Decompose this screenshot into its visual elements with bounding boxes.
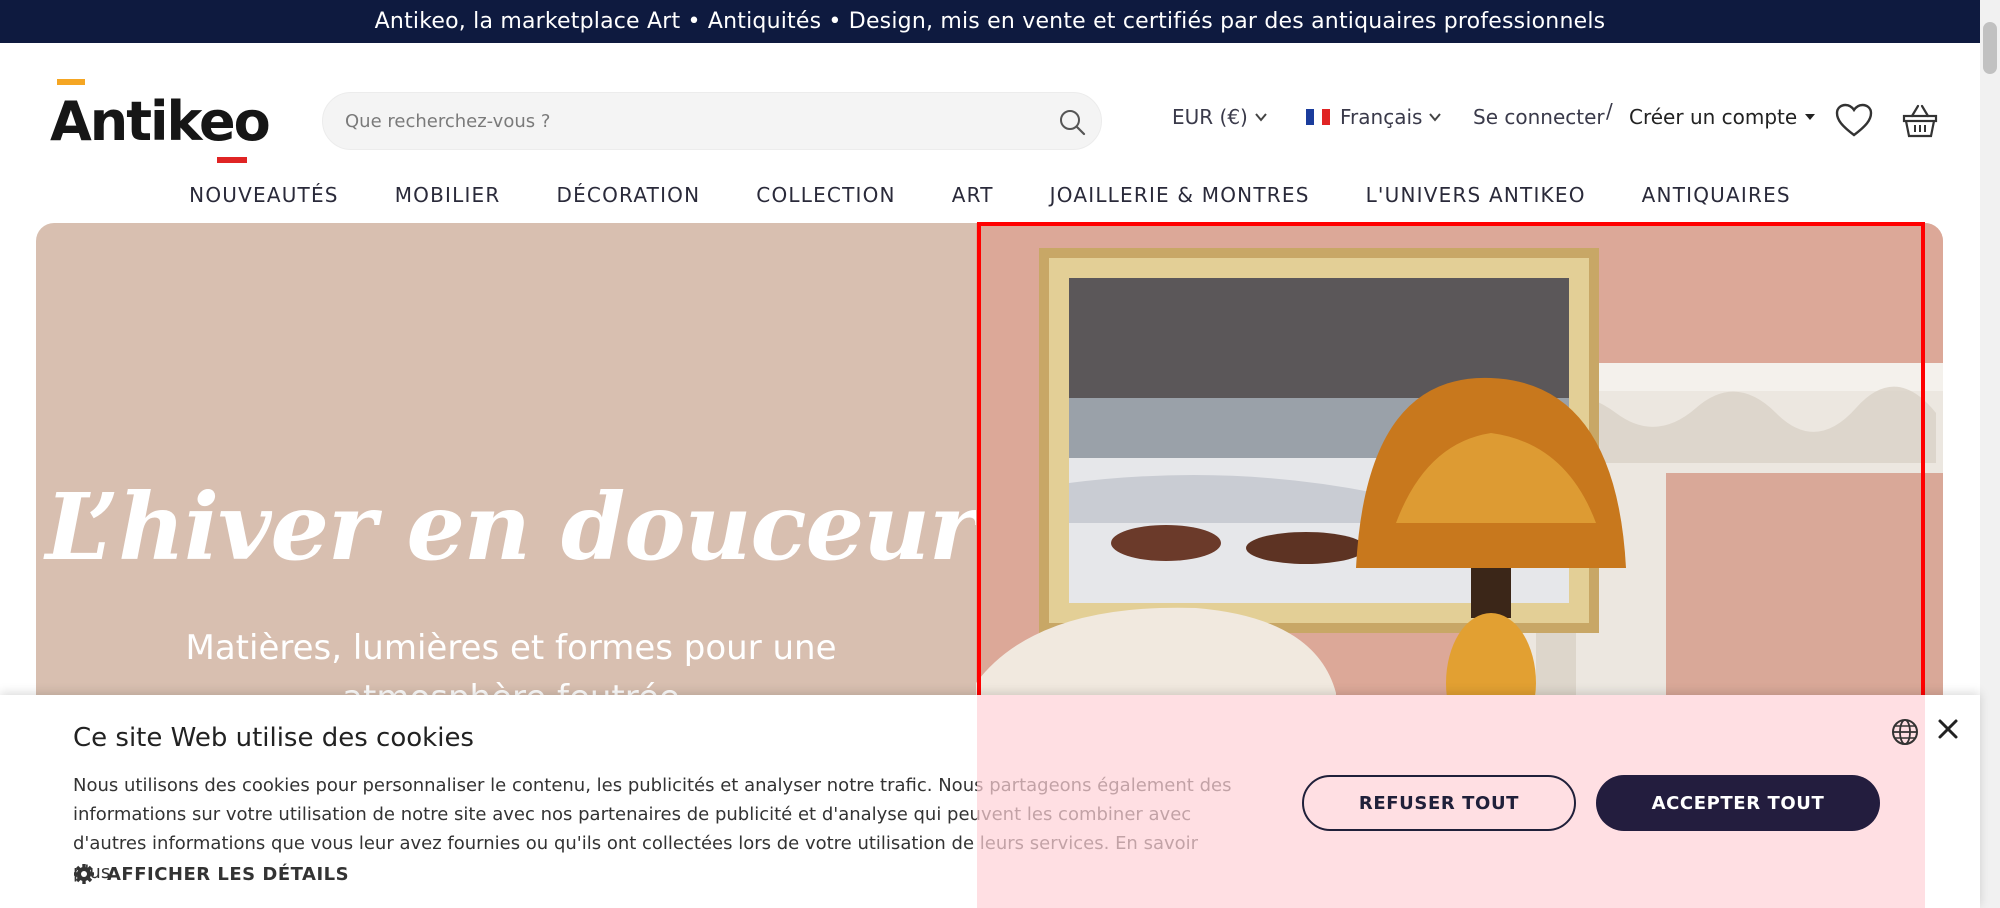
nav-item-decoration[interactable]: DÉCORATION: [529, 175, 729, 215]
register-label: Créer un compte: [1629, 105, 1798, 129]
search-input[interactable]: [345, 110, 1025, 132]
announcement-bar: Antikeo, la marketplace Art • Antiquités…: [0, 0, 1980, 43]
chevron-down-icon: [1255, 113, 1267, 122]
scrollbar[interactable]: [1980, 0, 2000, 908]
nav-item-joaillerie[interactable]: JOAILLERIE & MONTRES: [1022, 175, 1338, 215]
caret-down-icon: [1805, 114, 1816, 120]
france-flag-icon: [1306, 109, 1330, 125]
nav-item-collection[interactable]: COLLECTION: [728, 175, 923, 215]
main-nav: NOUVEAUTÉS MOBILIER DÉCORATION COLLECTIO…: [0, 175, 1980, 215]
language-selector[interactable]: Français: [1306, 105, 1442, 129]
logo-text: Antikeo: [50, 90, 271, 153]
login-label: Se connecter: [1473, 105, 1605, 129]
close-icon[interactable]: [1934, 715, 1962, 743]
login-link[interactable]: Se connecter: [1473, 105, 1605, 129]
heart-icon[interactable]: [1834, 101, 1874, 141]
search-icon[interactable]: [1057, 107, 1087, 137]
search-bar[interactable]: [322, 92, 1102, 150]
account-separator: /: [1606, 99, 1613, 123]
logo-accent-bottom: [217, 157, 247, 163]
nav-item-art[interactable]: ART: [924, 175, 1022, 215]
chevron-down-icon: [1429, 113, 1442, 122]
basket-icon[interactable]: [1900, 101, 1940, 141]
register-link[interactable]: Créer un compte: [1629, 105, 1817, 129]
currency-selector[interactable]: EUR (€): [1172, 105, 1268, 129]
globe-icon[interactable]: [1890, 717, 1920, 747]
refuse-all-button[interactable]: REFUSER TOUT: [1302, 775, 1576, 831]
nav-item-antiquaires[interactable]: ANTIQUAIRES: [1614, 175, 1819, 215]
scrollbar-thumb[interactable]: [1983, 22, 1997, 74]
hero-title: L’hiver en douceur: [45, 473, 978, 581]
announcement-text: Antikeo, la marketplace Art • Antiquités…: [374, 9, 1606, 34]
accept-all-button[interactable]: ACCEPTER TOUT: [1596, 775, 1880, 831]
logo[interactable]: Antikeo: [50, 79, 271, 163]
separator-text: /: [1606, 99, 1613, 123]
logo-accent-top: [57, 79, 85, 85]
nav-item-nouveautes[interactable]: NOUVEAUTÉS: [161, 175, 367, 215]
currency-label: EUR (€): [1172, 105, 1248, 129]
language-label: Français: [1340, 105, 1423, 129]
site-header: Antikeo EUR (€) Français Se connecter / …: [0, 43, 1980, 223]
cookie-actions: REFUSER TOUT ACCEPTER TOUT: [0, 695, 1980, 908]
nav-item-mobilier[interactable]: MOBILIER: [367, 175, 529, 215]
nav-item-univers[interactable]: L'UNIVERS ANTIKEO: [1338, 175, 1614, 215]
